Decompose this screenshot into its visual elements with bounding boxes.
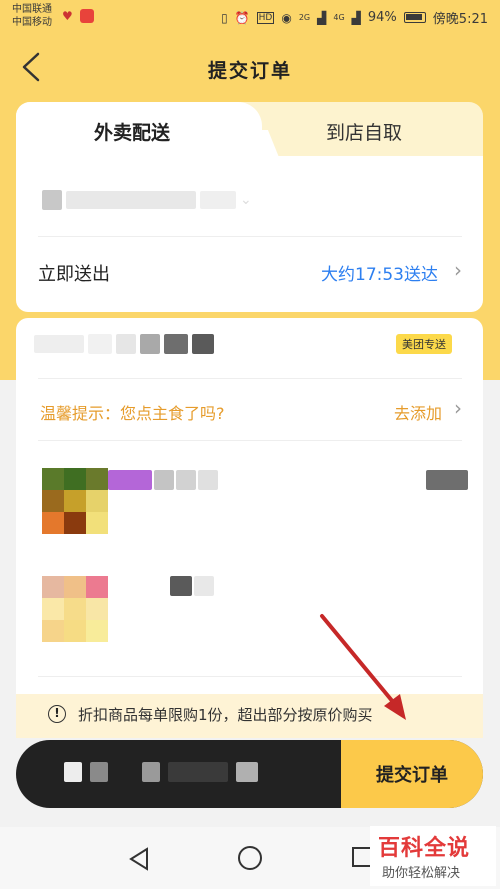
chevron-down-icon: ⌄ [240,192,252,208]
price-total-blur [64,762,258,782]
video-app-icon [80,9,94,23]
battery-icon [403,12,426,23]
chevron-right-icon[interactable]: › [454,258,462,282]
network-label-1: 2G [298,13,311,22]
delivery-time[interactable]: 大约17:53送达 [321,260,438,285]
add-staple-link[interactable]: 去添加 [394,400,442,424]
divider [38,378,462,379]
chevron-right-icon[interactable]: › [454,396,462,420]
food-image [42,468,108,534]
food-image [42,576,108,642]
meituan-delivery-badge: 美团专送 [396,334,452,354]
divider [38,236,462,237]
network-label-2: 4G [333,13,345,22]
hd-icon: HD [256,11,275,24]
shop-blur-4 [140,334,160,354]
watermark: 百科全说 助你轻松解决 [370,826,496,886]
clock: 傍晚5:21 [432,12,488,27]
nav-home-icon[interactable] [238,846,262,870]
divider [38,440,462,441]
deliver-now-label: 立即送出 [38,264,110,285]
status-right: ▯ ⏰ HD ◉ 2G ▟ 4G ▟ 94% 傍晚5:21 [221,8,488,27]
carrier-info: 中国联通 中国移动 [12,3,52,29]
food-name-blur [108,470,218,490]
delivery-card [16,156,483,312]
address-selector[interactable]: ⌄ [42,186,252,214]
watermark-title: 百科全说 [378,836,471,861]
shop-blur-5 [164,334,188,354]
shop-blur-1 [34,335,84,353]
address-blur-1 [42,190,62,210]
signal-icon-2: ▟ [351,10,361,25]
shop-blur-2 [88,334,112,354]
price-blur [426,470,468,490]
address-blur-3 [200,191,236,209]
nav-recent-icon[interactable] [352,847,372,867]
tab-pickup[interactable]: 到店自取 [326,118,402,145]
checkout-bar: 提交订单 [16,740,483,808]
page-title: 提交订单 [207,60,292,82]
tip-text: 温馨提示：您点主食了吗? [40,404,225,423]
notice-text: 折扣商品每单限购1份，超出部分按原价购买 [78,706,373,724]
vibrate-icon: ▯ [221,10,228,25]
carrier-1: 中国联通 [12,4,52,15]
status-bar: 中国联通 中国移动 ♥ ▯ ⏰ HD ◉ 2G ▟ 4G ▟ 94% 傍晚5:2… [0,0,500,34]
heart-icon: ♥ [62,9,73,23]
signal-icon-1: ▟ [317,10,327,25]
alarm-icon: ⏰ [234,10,250,25]
shop-blur-6 [192,334,214,354]
shop-name[interactable] [34,334,214,354]
address-blur-2 [66,191,196,209]
tab-delivery[interactable]: 外卖配送 [94,118,170,145]
nav-back-icon[interactable] [128,847,150,871]
submit-order-button[interactable]: 提交订单 [341,740,483,808]
carrier-2: 中国移动 [12,17,52,28]
title-bar: 提交订单 [0,34,500,102]
info-icon: ! [48,705,66,723]
divider [38,676,462,677]
watermark-subtitle: 助你轻松解决 [382,866,461,881]
food-name-blur [170,576,214,596]
battery-percent: 94% [367,10,397,25]
shop-blur-3 [116,334,136,354]
eye-icon: ◉ [281,10,292,25]
